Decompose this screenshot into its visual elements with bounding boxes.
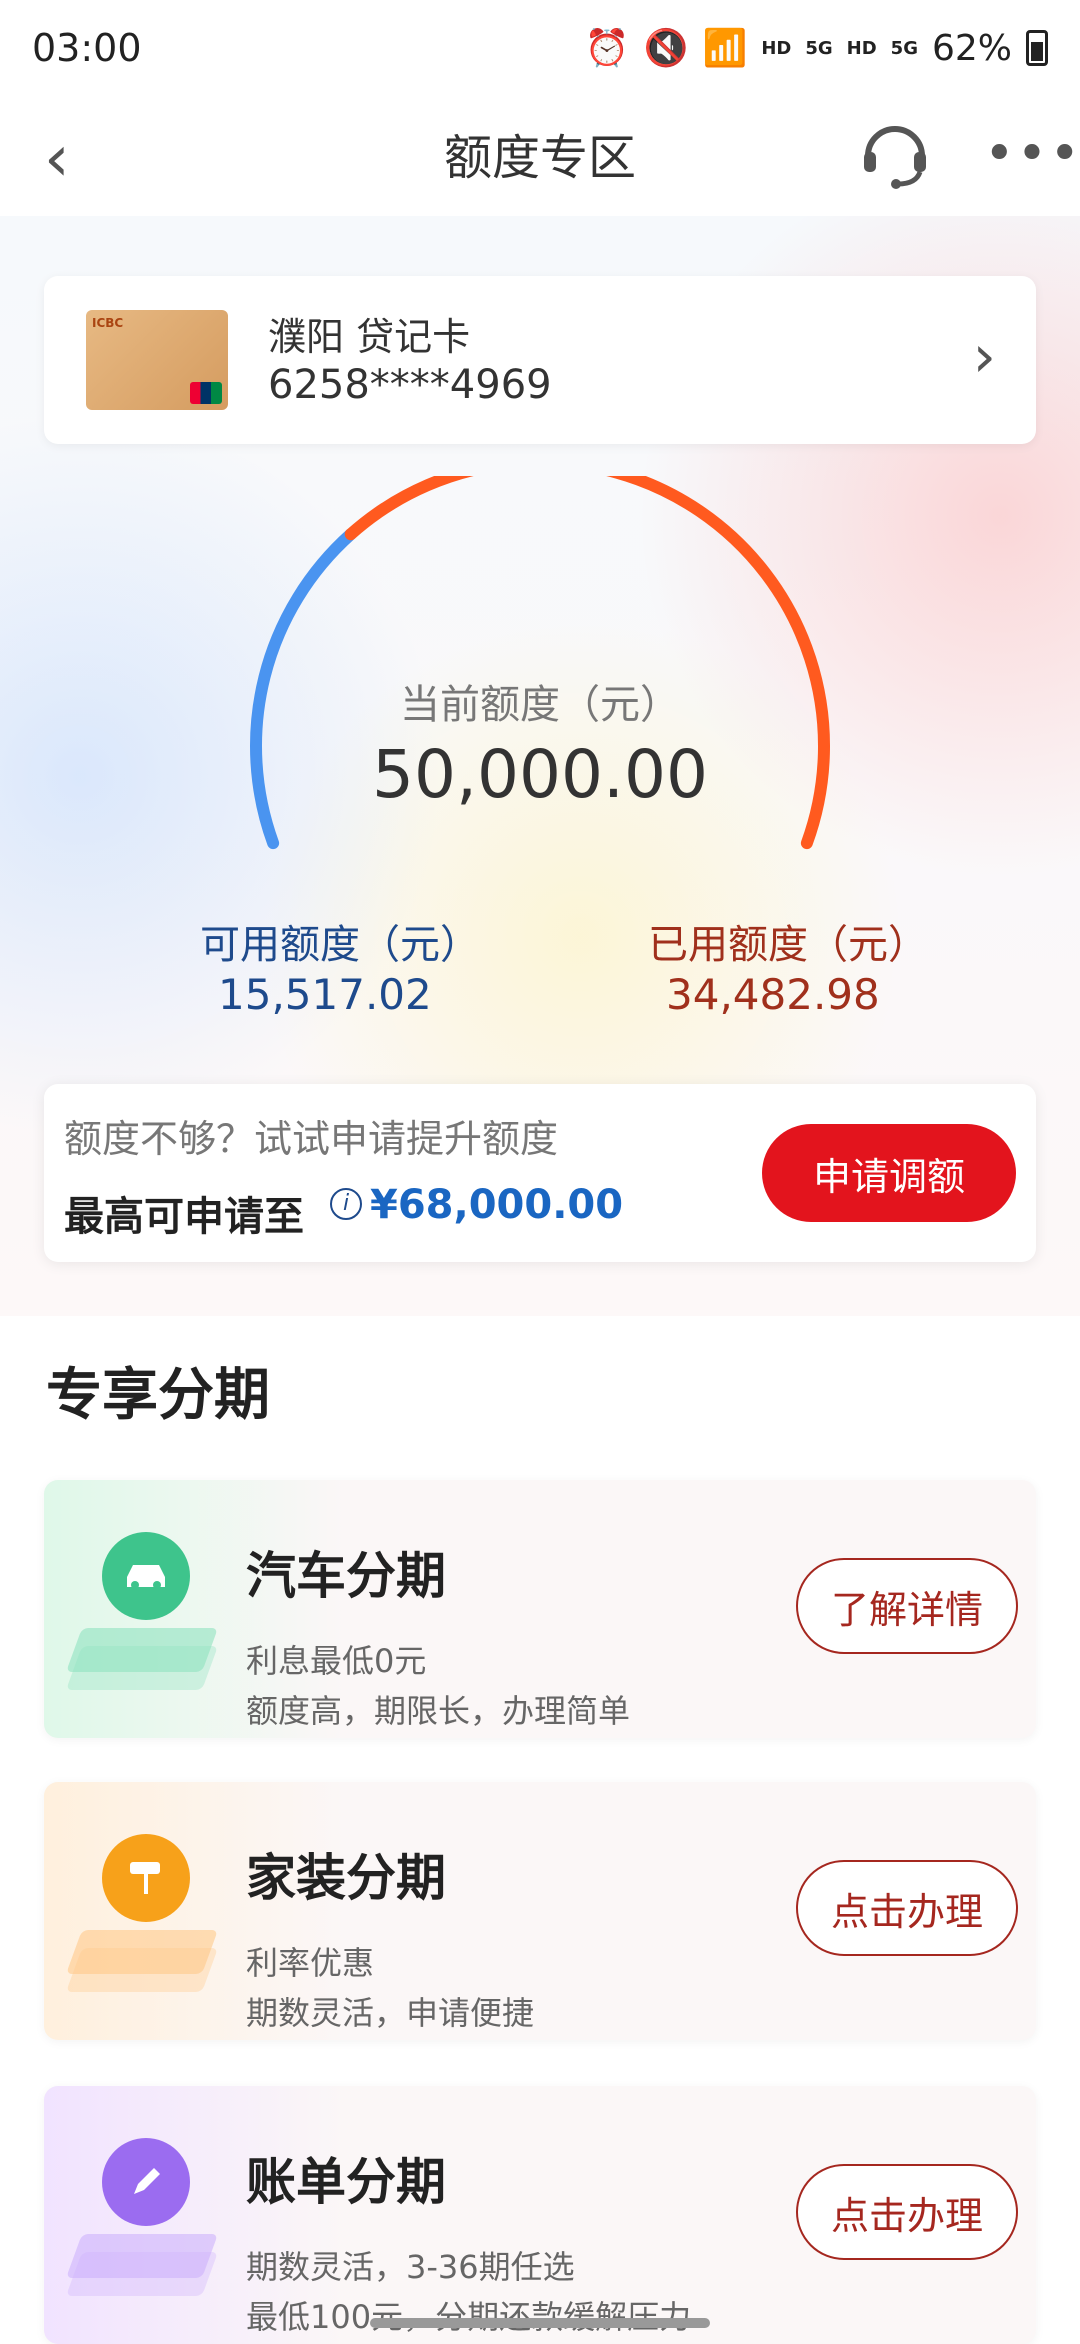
apply-button[interactable]: 点击办理 [796,2164,1018,2260]
hd-label-2: HD [846,37,877,59]
mute-icon: 🔇 [643,28,689,69]
info-icon[interactable]: i [330,1188,362,1220]
promo-description: 最低100元，分期还款缓解压力 [246,2298,692,2336]
promo-description: 额度高，期限长，办理简单 [246,1692,631,1730]
network-label-1: 5G [805,37,833,59]
raise-max-label: 最高可申请至 [64,1194,304,1240]
raise-max-value: ¥68,000.00 [370,1182,624,1228]
paint-roller-icon [102,1834,190,1922]
promo-subtitle: 利率优惠 [246,1944,375,1982]
status-icons: ⏰ 🔇 📶 HD 5G HD 5G 62% [585,27,1048,69]
available-limit-value: 15,517.02 [218,970,432,1019]
raise-hint: 额度不够？试试申请提升额度 [64,1117,559,1161]
promo-title: 账单分期 [246,2153,446,2211]
available-limit-label: 可用额度（元） [200,922,480,968]
apply-button[interactable]: 点击办理 [796,1860,1018,1956]
battery-icon [1026,30,1048,66]
card-number: 6258****4969 [268,362,552,408]
promo-subtitle: 期数灵活，3-36期任选 [246,2248,575,2286]
status-time: 03:00 [32,26,142,70]
promo-card-car[interactable]: 汽车分期 利息最低0元 额度高，期限长，办理简单 了解详情 [44,1480,1036,1738]
used-limit-value: 34,482.98 [666,970,880,1019]
chevron-right-icon: › [972,322,996,390]
nav-bar: ‹ 额度专区 ••• [0,96,1080,218]
promo-plate [65,2252,219,2296]
alarm-icon: ⏰ [584,28,630,69]
battery-percent: 62% [931,27,1012,69]
pencil-icon [102,2138,190,2226]
section-title: 专享分期 [46,1363,270,1428]
promo-subtitle: 利息最低0元 [246,1642,427,1680]
promo-card-bill[interactable]: 账单分期 期数灵活，3-36期任选 最低100元，分期还款缓解压力 点击办理 [44,2086,1036,2344]
network-label-2: 5G [890,37,918,59]
headset-icon[interactable] [858,116,932,190]
apply-raise-button[interactable]: 申请调额 [762,1124,1016,1222]
used-limit-label: 已用额度（元） [648,922,928,968]
learn-more-button[interactable]: 了解详情 [796,1558,1018,1654]
promo-description: 期数灵活，申请便捷 [246,1994,535,2032]
card-image: ICBC [86,310,228,410]
current-limit-label: 当前额度（元） [400,682,680,728]
car-icon [102,1532,190,1620]
unionpay-logo [190,382,222,404]
promo-card-home-decoration[interactable]: 家装分期 利率优惠 期数灵活，申请便捷 点击办理 [44,1782,1036,2040]
current-limit-value: 50,000.00 [372,736,708,813]
icbc-logo: ICBC [92,316,124,330]
card-selector[interactable]: ICBC 濮阳 贷记卡 6258****4969 › [44,276,1036,444]
promo-plate [65,1948,219,1992]
promo-title: 家装分期 [246,1849,446,1907]
promo-title: 汽车分期 [246,1547,446,1605]
hd-label-1: HD [761,37,792,59]
status-bar: 03:00 ⏰ 🔇 📶 HD 5G HD 5G 62% [0,0,1080,96]
home-indicator[interactable] [370,2318,710,2328]
card-name: 濮阳 贷记卡 [268,315,471,359]
more-icon[interactable]: ••• [984,124,1080,184]
raise-limit-card: 额度不够？试试申请提升额度 最高可申请至 i ¥68,000.00 申请调额 [44,1084,1036,1262]
promo-plate [65,1646,219,1690]
wifi-icon: 📶 [702,28,748,69]
limit-hero: ICBC 濮阳 贷记卡 6258****4969 › 当前额度（元） 50,00… [0,216,1080,1316]
